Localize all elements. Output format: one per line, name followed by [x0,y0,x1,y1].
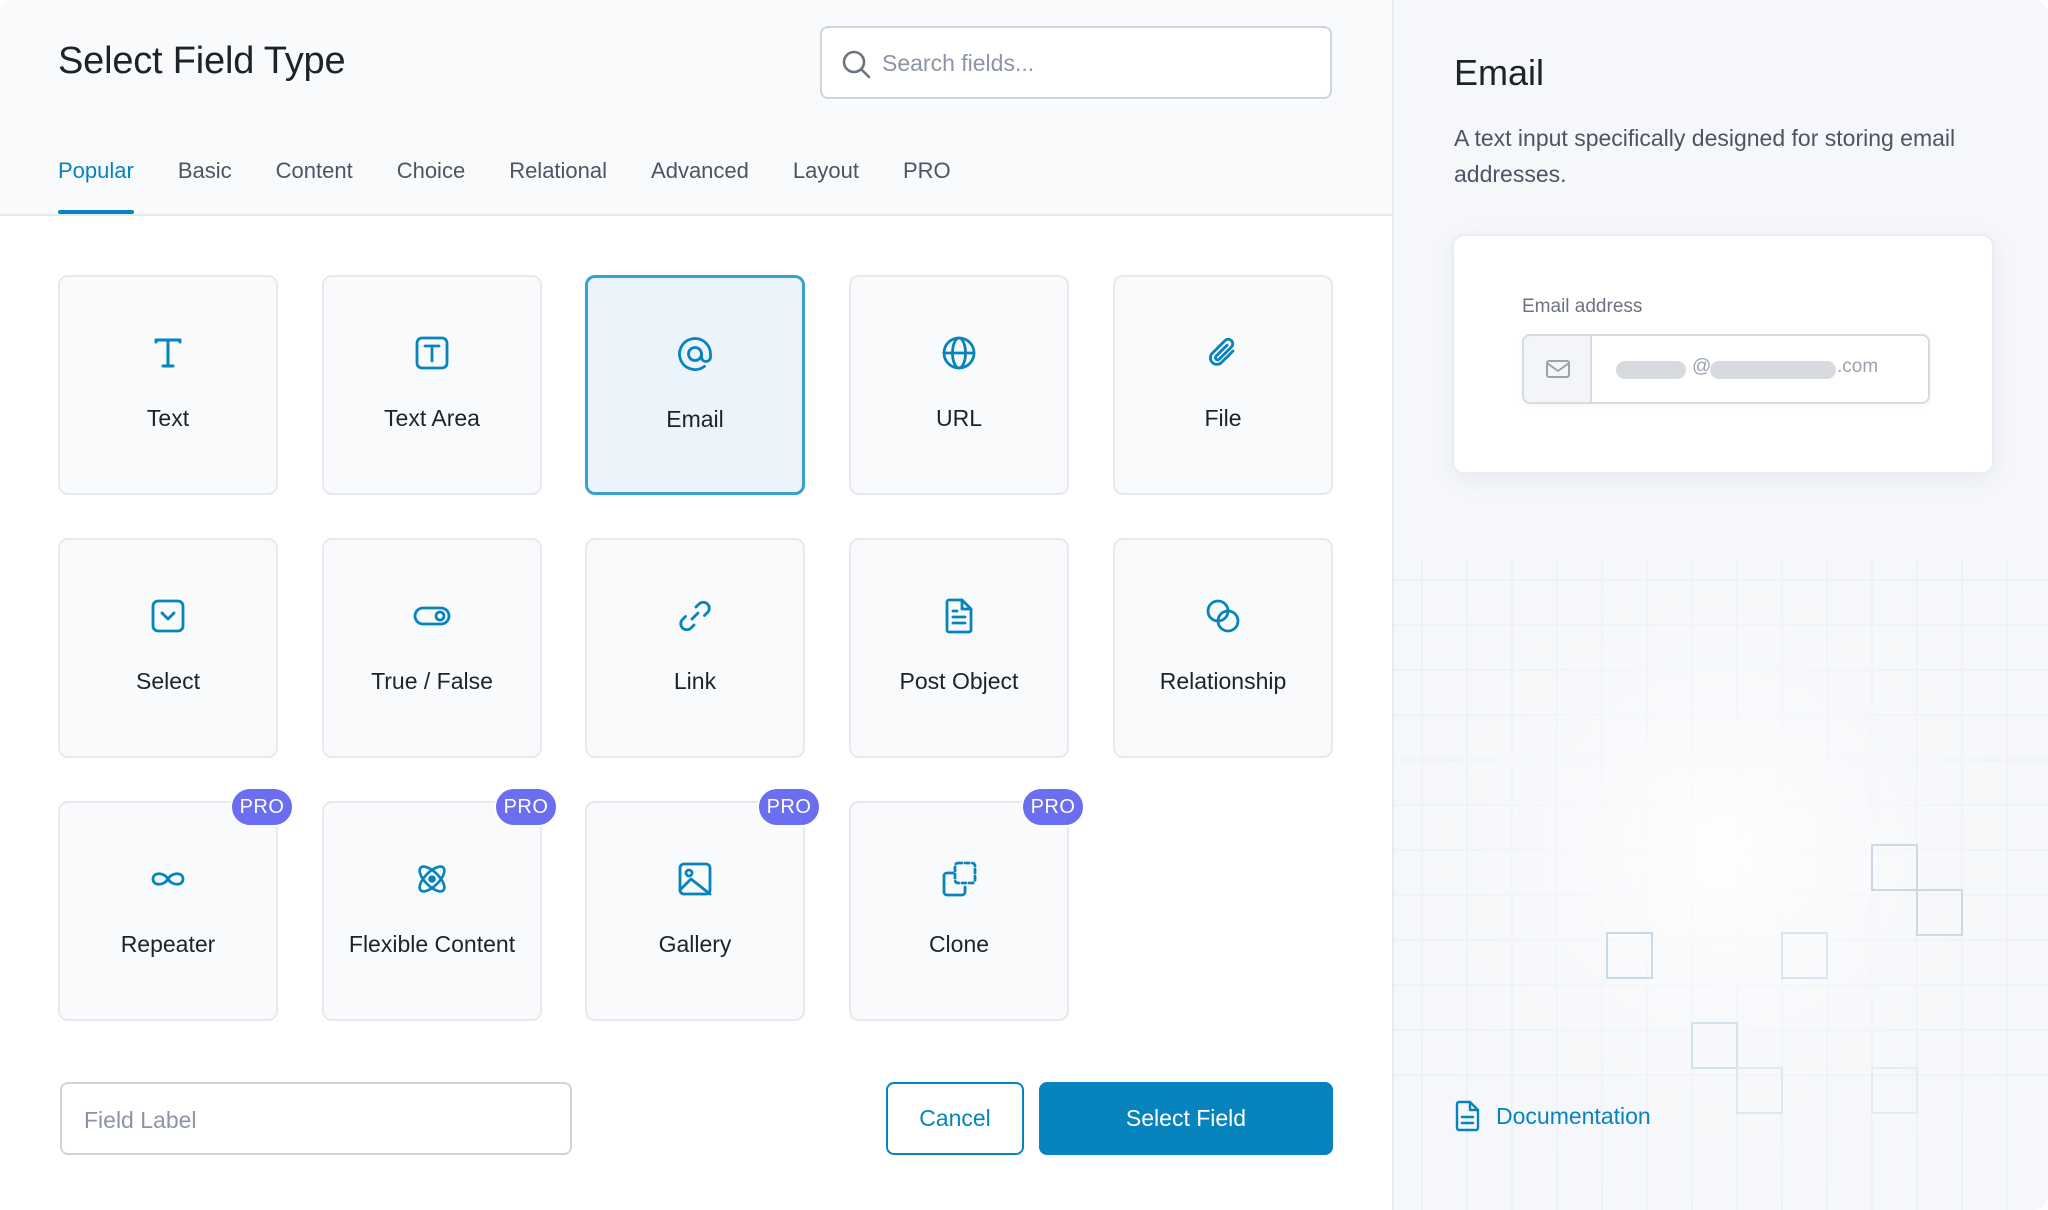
field-card-label: Relationship [1159,668,1287,694]
field-card-url[interactable]: URL [849,275,1069,495]
select-field-button[interactable]: Select Field [1039,1082,1333,1155]
field-card-label: Post Object [899,668,1019,694]
tab-layout[interactable]: Layout [793,156,859,214]
pro-badge: PRO [757,787,821,827]
toggle-icon [413,606,451,626]
textarea-icon [415,336,449,370]
input-at-sign: @ [1692,356,1712,377]
field-card-text[interactable]: Text [58,275,278,495]
field-card-label: File [1204,405,1242,431]
field-card-link[interactable]: Link [585,538,805,758]
document-icon [945,598,973,634]
tab-choice[interactable]: Choice [397,156,465,214]
tab-relational[interactable]: Relational [509,156,607,214]
field-card-label: Link [673,668,717,694]
field-card-gallery[interactable]: Gallery PRO [585,787,821,1021]
link-icon [679,600,711,632]
preview-email-input: @ .com [1522,334,1930,404]
field-card-repeater[interactable]: Repeater PRO [58,787,294,1021]
field-card-label: Clone [928,931,990,957]
modal-title: Select Field Type [58,40,346,82]
text-icon [154,338,182,368]
field-label-input[interactable] [84,1099,544,1141]
field-card-label: Flexible Content [348,931,516,957]
field-card-label: Text [146,405,190,431]
redacted-text [1616,361,1686,379]
paperclip-icon [1209,337,1235,366]
field-card-email[interactable]: Email [585,275,805,495]
field-type-modal: Select Field Type Popular Basic Content … [0,0,2048,1210]
field-card-flexible-content[interactable]: Flexible Content PRO [322,787,558,1021]
field-card-text-area[interactable]: Text Area [322,275,542,495]
at-icon [678,337,712,371]
field-card-true-false[interactable]: True / False [322,538,542,758]
field-type-picker: Select Field Type Popular Basic Content … [0,0,1392,1210]
search-box[interactable] [820,26,1332,99]
cancel-button[interactable]: Cancel [886,1082,1024,1155]
field-card-label: Email [666,406,724,432]
field-card-label: Gallery [658,931,732,957]
select-icon [151,599,185,633]
input-prefix [1524,336,1592,402]
preview-description: A text input specifically designed for s… [1454,125,1956,187]
globe-icon [942,336,976,370]
field-type-grid: Text Text Area Email URL File Select Tru… [58,275,1333,1021]
field-card-relationship[interactable]: Relationship [1113,538,1333,758]
pro-badge: PRO [1021,787,1085,827]
document-icon [1455,1100,1480,1132]
field-card-label: Select [136,668,200,694]
search-input[interactable] [882,42,1312,84]
field-label-box[interactable] [60,1082,572,1155]
redacted-text [1710,361,1836,379]
image-icon [678,862,712,896]
documentation-label[interactable]: Documentation [1496,1103,1651,1130]
atom-icon [418,865,446,893]
field-card-file[interactable]: File [1113,275,1333,495]
pro-badge: PRO [230,787,294,827]
infinity-icon [151,872,185,886]
tab-pro[interactable]: PRO [903,156,951,214]
modal-header: Select Field Type Popular Basic Content … [0,0,1392,216]
input-domain-suffix: .com [1837,356,1879,377]
field-card-label: URL [935,405,982,431]
pro-badge: PRO [494,787,558,827]
envelope-icon [1546,360,1570,378]
field-card-post-object[interactable]: Post Object [849,538,1069,758]
preview-title: Email [1454,52,1545,93]
field-card-clone[interactable]: Clone PRO [849,787,1085,1021]
tab-basic[interactable]: Basic [178,156,232,214]
field-preview-panel: Email A text input specifically designed… [1392,0,2048,1210]
tab-content[interactable]: Content [276,156,353,214]
category-tabs: Popular Basic Content Choice Relational … [58,156,995,216]
search-icon [842,50,871,79]
clone-icon [942,861,977,897]
tab-popular[interactable]: Popular [58,156,134,214]
field-card-label: True / False [371,668,493,694]
field-card-label: Text Area [384,405,480,431]
relationship-icon [1206,599,1240,633]
field-card-select[interactable]: Select [58,538,278,758]
field-card-label: Repeater [120,931,216,957]
preview-card: Email address @ .com [1452,234,1994,474]
tab-advanced[interactable]: Advanced [651,156,749,214]
preview-field-label: Email address [1522,296,1643,317]
documentation-link[interactable]: Documentation [1454,1100,1651,1132]
